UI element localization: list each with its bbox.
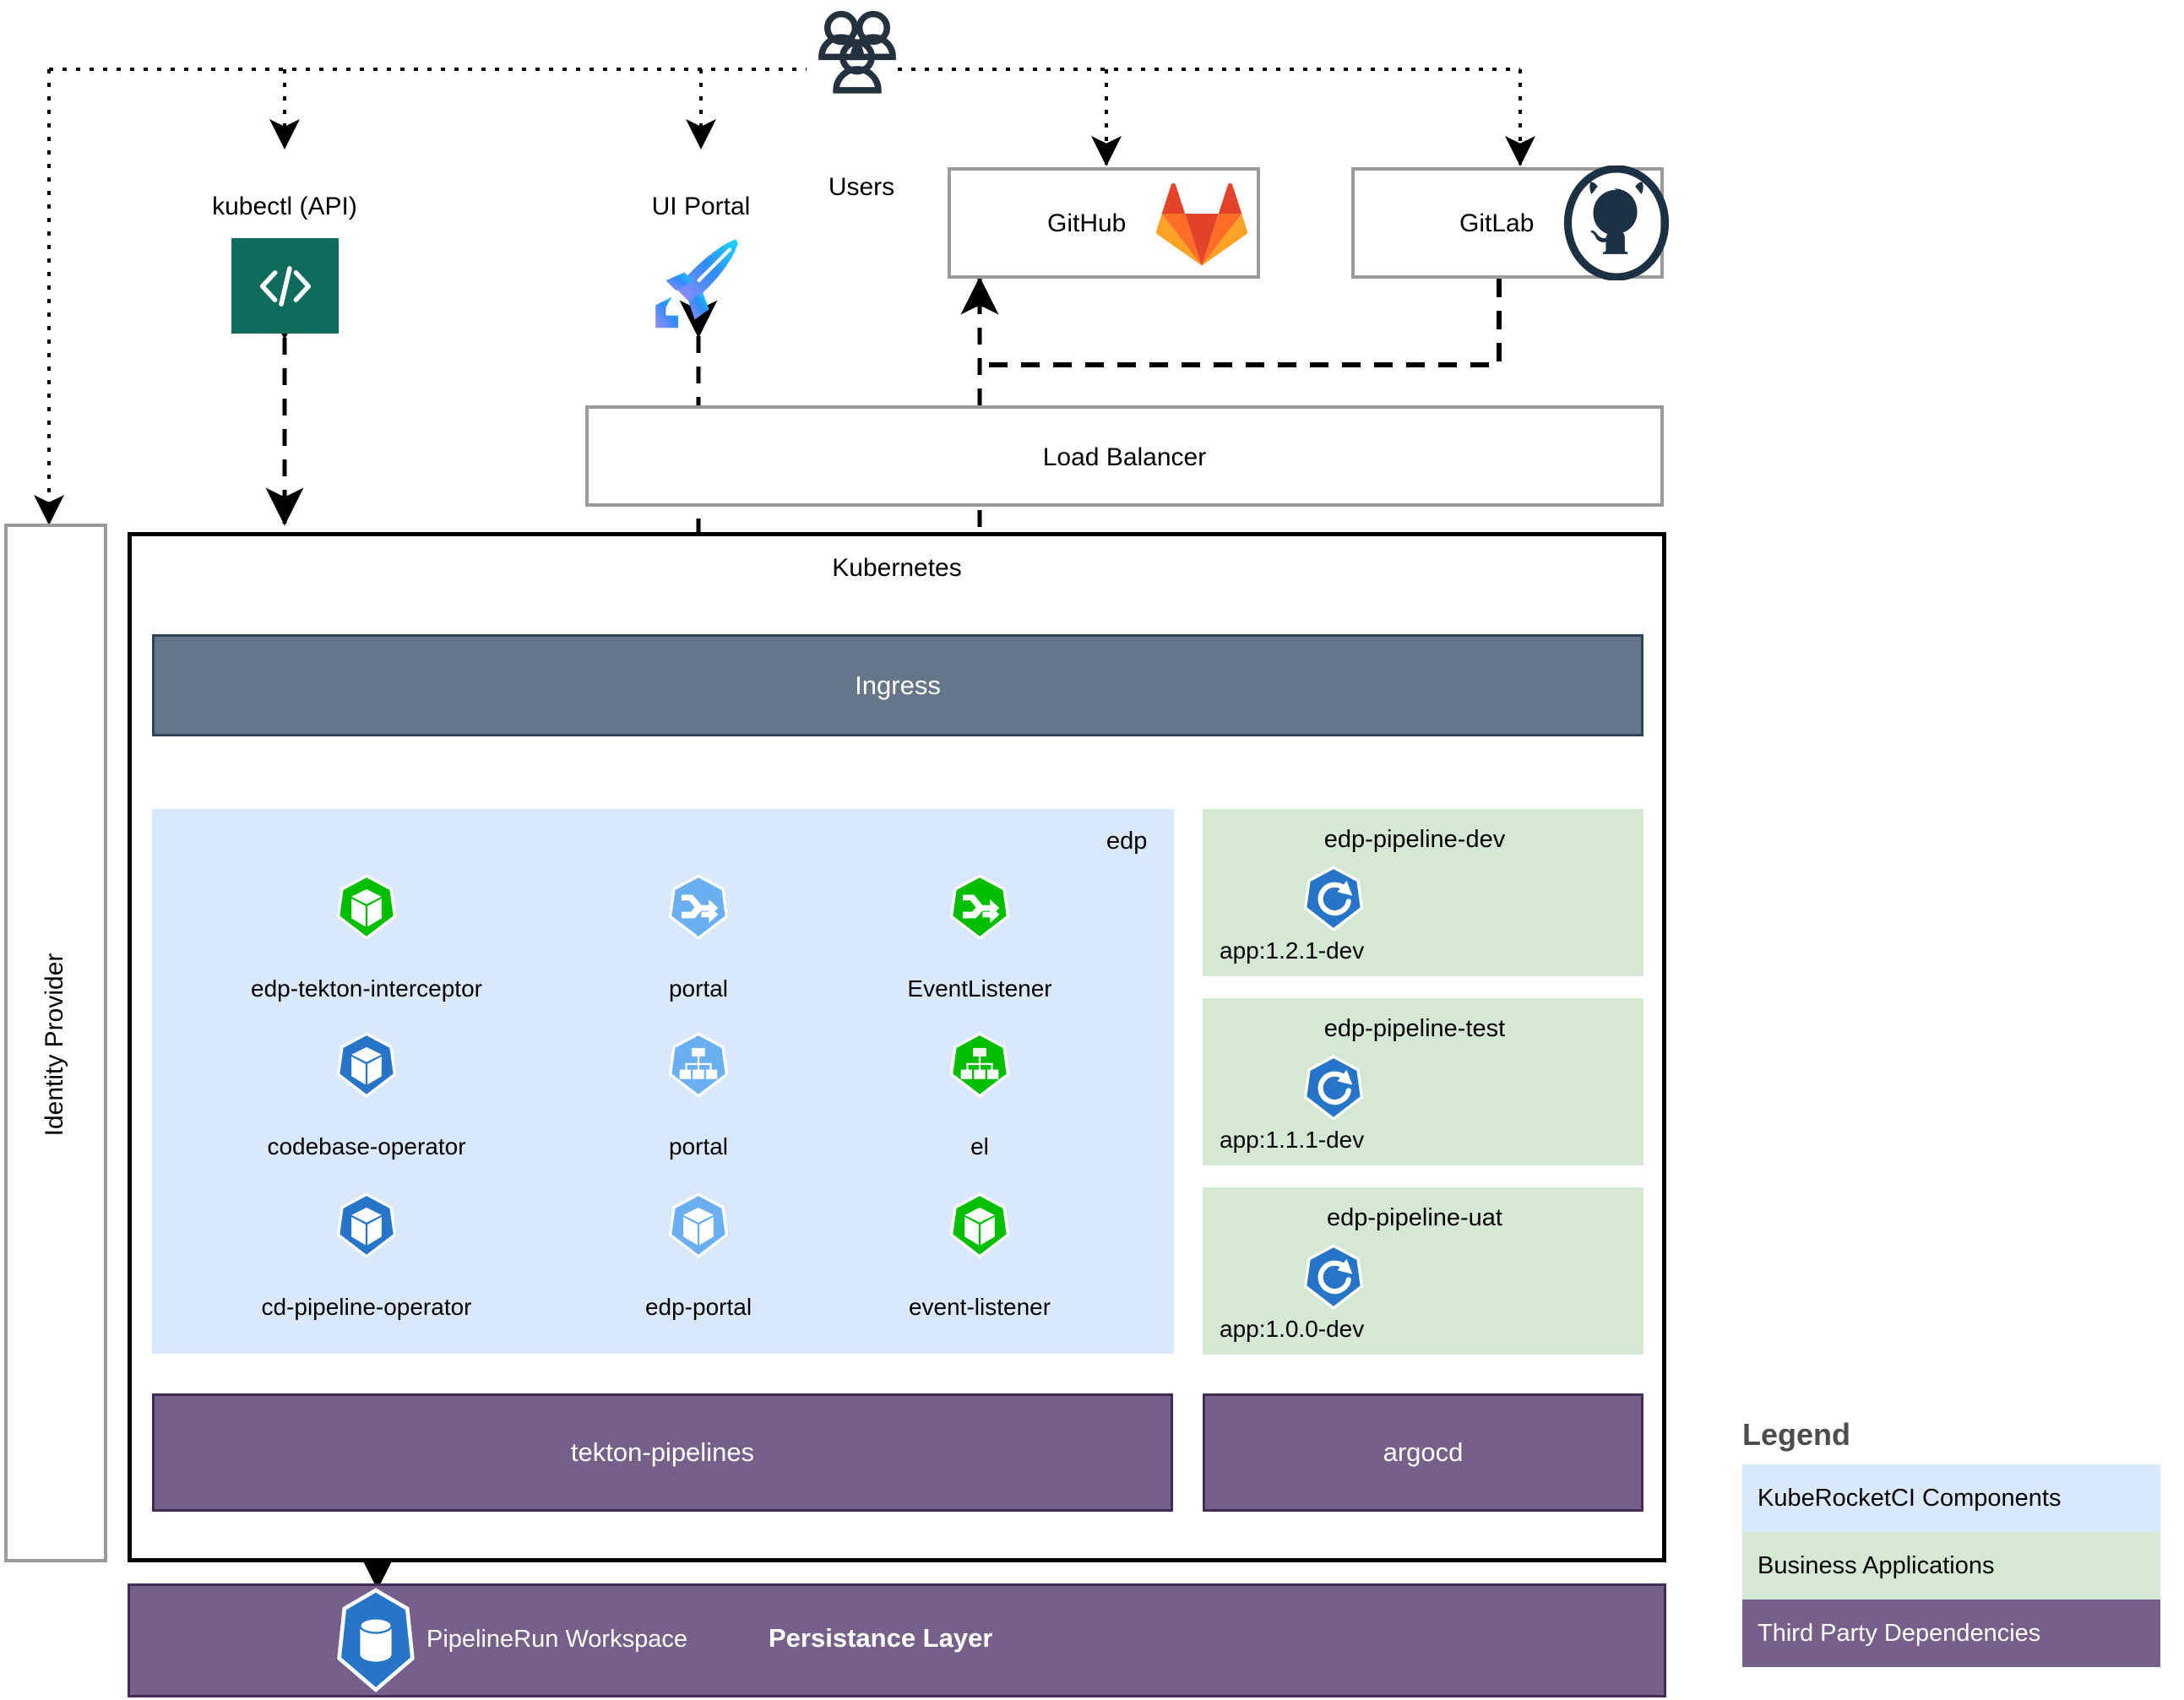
legend-item-label: Third Party Dependencies bbox=[1758, 1619, 2041, 1647]
rocket-icon bbox=[644, 233, 750, 336]
k8s-replicaset-icon[interactable] bbox=[1303, 866, 1364, 931]
component-label: el bbox=[970, 1133, 989, 1160]
pipeline-namespace-label: edp-pipeline-test bbox=[1323, 1015, 1506, 1042]
k8s-pvc-icon[interactable] bbox=[334, 1588, 418, 1692]
component-label: cd-pipeline-operator bbox=[261, 1294, 472, 1320]
component-label: edp-tekton-interceptor bbox=[251, 975, 482, 1002]
argocd-box[interactable]: argocd bbox=[1203, 1393, 1643, 1512]
k8s-service-icon[interactable] bbox=[668, 1032, 729, 1098]
legend-title: Legend bbox=[1742, 1417, 1851, 1452]
pipeline-app-label: app:1.1.1-dev bbox=[1220, 1127, 1365, 1153]
component-label: event-listener bbox=[908, 1294, 1051, 1320]
pipeline-app-label: app:1.0.0-dev bbox=[1220, 1316, 1365, 1342]
pipeline-app-label: app:1.2.1-dev bbox=[1220, 937, 1365, 964]
users-label: Users bbox=[828, 173, 895, 201]
k8s-deployment-icon[interactable] bbox=[336, 874, 397, 940]
k8s-replicaset-icon[interactable] bbox=[1303, 1244, 1364, 1310]
edp-namespace-label: edp bbox=[1106, 828, 1148, 855]
legend-item-thirdparty: Third Party Dependencies bbox=[1742, 1600, 2160, 1667]
k8s-service-icon[interactable] bbox=[949, 1032, 1010, 1098]
github-octocat-icon bbox=[1561, 165, 1672, 281]
k8s-deployment-icon[interactable] bbox=[949, 1192, 1010, 1258]
identity-provider-label: Identity Provider bbox=[41, 953, 68, 1137]
component-label: portal bbox=[668, 975, 729, 1002]
pipelinerun-workspace-label: PipelineRun Workspace bbox=[426, 1626, 687, 1653]
component-label: EventListener bbox=[907, 975, 1052, 1002]
legend-item-label: Business Applications bbox=[1758, 1551, 1995, 1579]
component-label: codebase-operator bbox=[267, 1133, 466, 1160]
k8s-ingress-icon[interactable] bbox=[668, 874, 729, 940]
edp-namespace bbox=[152, 809, 1174, 1354]
code-brackets-icon bbox=[231, 238, 339, 334]
gitlab-fox-icon bbox=[1155, 177, 1248, 269]
legend-item-krci: KubeRocketCI Components bbox=[1742, 1464, 2160, 1532]
kubectl-label: kubectl (API) bbox=[212, 193, 357, 220]
legend-item-business: Business Applications bbox=[1742, 1532, 2160, 1600]
load-balancer-label: Load Balancer bbox=[1042, 443, 1207, 471]
legend-item-label: KubeRocketCI Components bbox=[1758, 1484, 2062, 1512]
k8s-deployment-icon[interactable] bbox=[336, 1192, 397, 1258]
k8s-replicaset-icon[interactable] bbox=[1303, 1055, 1364, 1121]
pipeline-namespace-label: edp-pipeline-dev bbox=[1323, 826, 1506, 853]
users-group-icon bbox=[811, 8, 904, 114]
k8s-deployment-icon[interactable] bbox=[336, 1032, 397, 1098]
tekton-pipelines-label: tekton-pipelines bbox=[570, 1437, 755, 1467]
ingress-label: Ingress bbox=[855, 670, 941, 700]
k8s-deployment-icon[interactable] bbox=[668, 1192, 729, 1258]
gitlab-label: GitLab bbox=[1459, 209, 1535, 237]
legend: Legend KubeRocketCI Components Business … bbox=[1742, 1417, 2160, 1667]
ingress-bar[interactable]: Ingress bbox=[152, 634, 1643, 736]
k8s-ingress-icon[interactable] bbox=[949, 874, 1010, 940]
architecture-diagram: Users kubectl (API) UI Portal GitHub Git… bbox=[0, 0, 2184, 1700]
tekton-pipelines-box[interactable]: tekton-pipelines bbox=[152, 1393, 1173, 1512]
persistence-layer-label: Persistance Layer bbox=[769, 1623, 993, 1653]
argocd-label: argocd bbox=[1383, 1437, 1464, 1467]
kubernetes-label: Kubernetes bbox=[832, 554, 962, 582]
github-label: GitHub bbox=[1047, 209, 1127, 237]
component-label: portal bbox=[668, 1133, 729, 1160]
component-label: edp-portal bbox=[644, 1294, 752, 1320]
ui-portal-label: UI Portal bbox=[651, 193, 751, 220]
pipeline-namespace-label: edp-pipeline-uat bbox=[1327, 1204, 1502, 1231]
